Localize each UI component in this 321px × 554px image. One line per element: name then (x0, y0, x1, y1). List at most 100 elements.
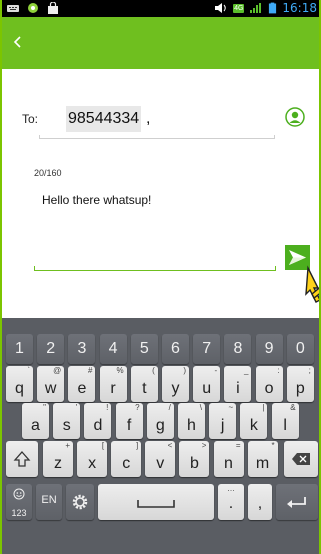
key-m[interactable]: * m (247, 441, 278, 477)
key-a[interactable]: " a (22, 403, 49, 439)
key-l-label: l (283, 417, 287, 434)
key-p[interactable]: ; p (286, 366, 314, 402)
symbols-key-label: 123 (11, 508, 27, 518)
language-key[interactable]: EN (36, 484, 62, 520)
key-f-label: f (126, 417, 132, 434)
status-clock: 16:18 (282, 1, 317, 15)
key-3-label: 3 (77, 340, 87, 357)
key-v-label: v (156, 455, 165, 472)
key-b[interactable]: > b (179, 441, 210, 477)
key-6[interactable]: 6 (162, 334, 189, 364)
key-8[interactable]: 8 (224, 334, 252, 364)
key-2[interactable]: 2 (37, 334, 65, 364)
delete-key[interactable] (284, 441, 318, 477)
battery-icon (269, 2, 277, 14)
key-c[interactable]: ] c (111, 441, 142, 477)
delete-icon (292, 453, 310, 465)
key-h[interactable]: \ h (178, 403, 205, 439)
key-q[interactable]: ` q (6, 366, 33, 402)
gear-icon (72, 494, 88, 510)
key-n[interactable]: = n (213, 441, 244, 477)
key-y-label: y (171, 380, 180, 397)
key-m-sub: * (271, 441, 275, 450)
key-j-sub: ~ (228, 403, 234, 412)
key-r-label: r (110, 380, 116, 397)
message-input-underline[interactable] (34, 266, 276, 271)
key-q-label: q (15, 380, 24, 397)
comma-key[interactable]: , (248, 484, 272, 520)
key-x-label: x (88, 455, 97, 472)
key-o-sub: : (277, 366, 280, 375)
key-x[interactable]: [x (77, 441, 108, 477)
key-s[interactable]: ' s (53, 403, 81, 439)
key-t[interactable]: (t (130, 366, 158, 402)
key-1[interactable]: 1 (6, 334, 33, 364)
key-z[interactable]: + z (43, 441, 73, 477)
key-g-label: g (155, 417, 165, 434)
symbols-key[interactable]: 123 (6, 484, 32, 520)
key-l[interactable]: & l (271, 403, 299, 439)
key-d[interactable]: ! d (84, 403, 112, 439)
key-b-sub: > (201, 441, 207, 450)
key-y[interactable]: ) y (162, 366, 189, 402)
key-v[interactable]: < v (145, 441, 176, 477)
space-key[interactable] (98, 484, 214, 520)
key-z-sub: + (65, 441, 70, 450)
phone-screen: 4G 16:18 To: 98544334 , 20/160 Hello the… (0, 0, 321, 554)
key-b-label: b (189, 455, 199, 472)
key-2-label: 2 (46, 340, 56, 357)
key-j-label: j (220, 417, 225, 434)
shift-key[interactable] (6, 441, 38, 477)
key-e-label: e (77, 380, 87, 397)
key-e[interactable]: # e (68, 366, 96, 402)
enter-key[interactable] (276, 484, 318, 520)
key-a-label: a (31, 417, 40, 434)
key-k-label: k (249, 417, 258, 434)
key-u[interactable]: -u (193, 366, 221, 402)
key-f[interactable]: ? f (115, 403, 143, 439)
status-right-icons: 4G 16:18 (214, 1, 317, 15)
key-a-sub: " (43, 403, 46, 412)
network-4g-icon: 4G (233, 3, 245, 13)
key-m-label: m (255, 455, 270, 472)
message-input[interactable]: Hello there whatsup! (42, 193, 151, 207)
key-7[interactable]: 7 (193, 334, 221, 364)
key-g[interactable]: / g (146, 403, 174, 439)
key-s-label: s (62, 417, 71, 434)
settings-key[interactable] (66, 484, 94, 520)
key-h-label: h (187, 417, 196, 434)
comma-key-label: , (257, 495, 263, 512)
key-0-label: 0 (295, 340, 305, 357)
keyboard: 123 EN … . , 123456789 0 ` q @ w # e % r… (2, 318, 319, 554)
recipient-row: To: 98544334 , (22, 103, 312, 135)
key-o-label: o (264, 380, 274, 397)
key-3[interactable]: 3 (68, 334, 96, 364)
key-k[interactable]: | k (240, 403, 268, 439)
key-5[interactable]: 5 (130, 334, 158, 364)
add-contact-button[interactable] (285, 107, 305, 127)
period-key[interactable]: … . (218, 484, 244, 520)
key-c-label: c (122, 455, 131, 472)
key-i-sub: _ (243, 366, 249, 375)
key-8-label: 8 (233, 340, 243, 357)
key-p-label: p (295, 380, 305, 397)
key-j[interactable]: ~ j (209, 403, 237, 439)
recipient-chip[interactable]: 98544334 (66, 106, 142, 132)
key-9[interactable]: 9 (255, 334, 283, 364)
key-z-label: z (54, 455, 62, 472)
enter-icon (287, 497, 306, 508)
key-i[interactable]: _ i (224, 366, 252, 402)
key-4-label: 4 (108, 340, 118, 357)
key-4[interactable]: 4 (99, 334, 127, 364)
back-chevron-icon (13, 36, 21, 48)
key-w[interactable]: @ w (37, 366, 65, 402)
key-g-sub: / (168, 403, 171, 412)
key-w-sub: @ (53, 366, 62, 375)
key-h-sub: \ (199, 403, 202, 412)
back-button[interactable] (12, 33, 32, 53)
key-r[interactable]: % r (99, 366, 127, 402)
key-0[interactable]: 0 (286, 334, 314, 364)
key-o[interactable]: :o (255, 366, 283, 402)
recipient-input-underline[interactable] (39, 135, 275, 139)
key-d-sub: ! (106, 403, 109, 412)
